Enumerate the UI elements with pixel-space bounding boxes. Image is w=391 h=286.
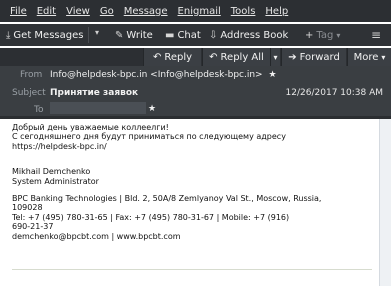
more-dropdown-icon: ▾ [381, 52, 386, 62]
signature-name: Mikhail Demchenko [12, 167, 91, 177]
from-value[interactable]: Info@helpdesk-bpc.in <Info@helpdesk-bpc.… [50, 70, 277, 80]
signature-zip: 109028 [12, 203, 43, 213]
from-label: From [20, 70, 43, 80]
forward-icon: ➔ [288, 51, 297, 63]
tag-label: Tag [316, 29, 334, 41]
menu-go[interactable]: Go [100, 6, 114, 17]
menu-edit[interactable]: Edit [37, 6, 56, 17]
address-book-button[interactable]: ⇩ Address Book [209, 27, 288, 43]
star-icon[interactable]: ★ [268, 70, 276, 80]
write-button[interactable]: ✎ Write [115, 27, 153, 43]
signature-title: System Administrator [12, 176, 99, 186]
to-recipient-redacted [50, 102, 146, 114]
signature-mobile: 690-21-37 [12, 222, 54, 232]
signature-phones: Tel: +7 (495) 780-31-65 | Fax: +7 (495) … [12, 212, 290, 222]
chat-label: Chat [177, 29, 201, 41]
get-messages-label: Get Messages [13, 29, 84, 41]
get-messages-button[interactable]: ⤓ Get Messages [6, 27, 83, 43]
tag-icon: + [305, 29, 314, 41]
forward-label: Forward [299, 51, 340, 63]
more-label: More [353, 51, 379, 63]
reply-button[interactable]: ↶ Reply [143, 48, 201, 66]
chevron-down-icon: ▾ [273, 52, 278, 62]
vertical-scrollbar[interactable] [379, 119, 391, 286]
reply-label: Reply [164, 51, 193, 63]
reply-all-dropdown-button[interactable]: ▾ [270, 48, 280, 66]
chat-bubble-icon: ▬ [165, 29, 175, 41]
signature-company: BPC Banking Technologies | Bld. 2, 50A/8… [12, 194, 322, 204]
main-toolbar: ⤓ Get Messages ▾ ✎ Write ▬ Chat ⇩ Addres… [0, 24, 391, 46]
address-book-icon: ⇩ [209, 29, 218, 41]
body-link[interactable]: https://helpdesk-bpc.in/ [12, 142, 378, 151]
signature-email-web[interactable]: demchenko@bpcbt.com | www.bpcbt.com [12, 232, 378, 241]
address-book-label: Address Book [220, 29, 289, 41]
tag-button[interactable]: + Tag ▾ [305, 27, 340, 43]
more-button[interactable]: More ▾ [347, 48, 391, 66]
reply-all-button[interactable]: ↶ Reply All [202, 48, 270, 66]
message-content: Добрый день уважаемые коллеелги! С сегод… [12, 123, 378, 241]
menu-bar: File Edit View Go Message Enigmail Tools… [0, 0, 391, 22]
write-label: Write [126, 29, 153, 41]
signature-divider [12, 269, 372, 270]
to-label: To [34, 105, 44, 115]
menu-enigmail[interactable]: Enigmail [178, 6, 221, 17]
reply-icon: ↶ [152, 51, 162, 63]
message-body: Добрый день уважаемые коллеелги! С сегод… [0, 119, 391, 286]
menu-message[interactable]: Message [124, 6, 168, 17]
body-line: Добрый день уважаемые коллеелги! [12, 123, 169, 132]
tag-dropdown-icon: ▾ [336, 30, 341, 40]
reply-all-icon: ↶ [209, 51, 218, 63]
from-address: Info@helpdesk-bpc.in <Info@helpdesk-bpc.… [50, 70, 263, 80]
message-date: 12/26/2017 10:38 AM [285, 88, 383, 98]
body-line: С сегодняшнего дня будут приниматься по … [12, 132, 286, 142]
pencil-icon: ✎ [115, 29, 124, 41]
chat-button[interactable]: ▬ Chat [165, 27, 201, 43]
menu-file[interactable]: File [10, 6, 27, 17]
menu-tools[interactable]: Tools [231, 6, 256, 17]
download-icon: ⤓ [6, 29, 11, 41]
hamburger-menu-icon[interactable]: ≡ [371, 27, 381, 43]
get-messages-dropdown-icon[interactable]: ▾ [95, 28, 99, 37]
menu-view[interactable]: View [66, 6, 90, 17]
message-header: From Info@helpdesk-bpc.in <Info@helpdesk… [0, 66, 391, 116]
message-actions-bar: ↶ Reply ↶ Reply All ▾ ➔ Forward More ▾ [0, 48, 391, 66]
subject-label: Subject [12, 88, 46, 98]
subject-value: Принятие заявок [50, 88, 139, 98]
forward-button[interactable]: ➔ Forward [281, 48, 346, 66]
reply-all-label: Reply All [220, 51, 264, 63]
menu-help[interactable]: Help [265, 6, 288, 17]
to-star-icon[interactable]: ★ [148, 104, 156, 114]
toolbar-separator [88, 27, 89, 43]
